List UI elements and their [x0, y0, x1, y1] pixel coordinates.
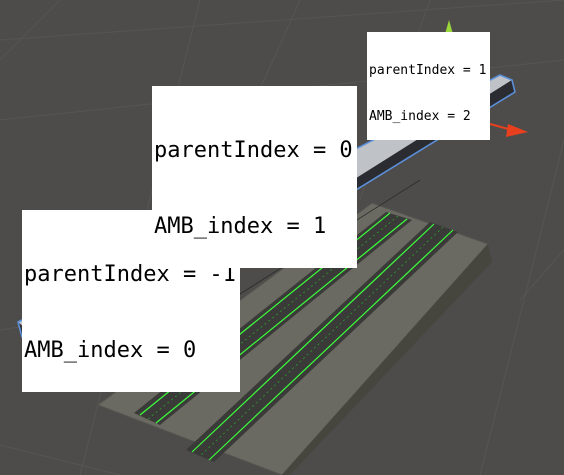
amb-index-text: AMB_index = 0 — [24, 338, 197, 364]
parent-index-text: parentIndex = 1 — [369, 63, 487, 78]
hierarchy-label-child: parentIndex = 0 AMB_index = 1 — [152, 86, 357, 268]
amb-index-text: AMB_index = 1 — [154, 214, 327, 240]
hierarchy-label-grandchild: parentIndex = 1 AMB_index = 2 — [367, 32, 491, 141]
amb-index-text: AMB_index = 2 — [369, 108, 471, 124]
parent-index-text: parentIndex = 0 — [154, 138, 353, 163]
